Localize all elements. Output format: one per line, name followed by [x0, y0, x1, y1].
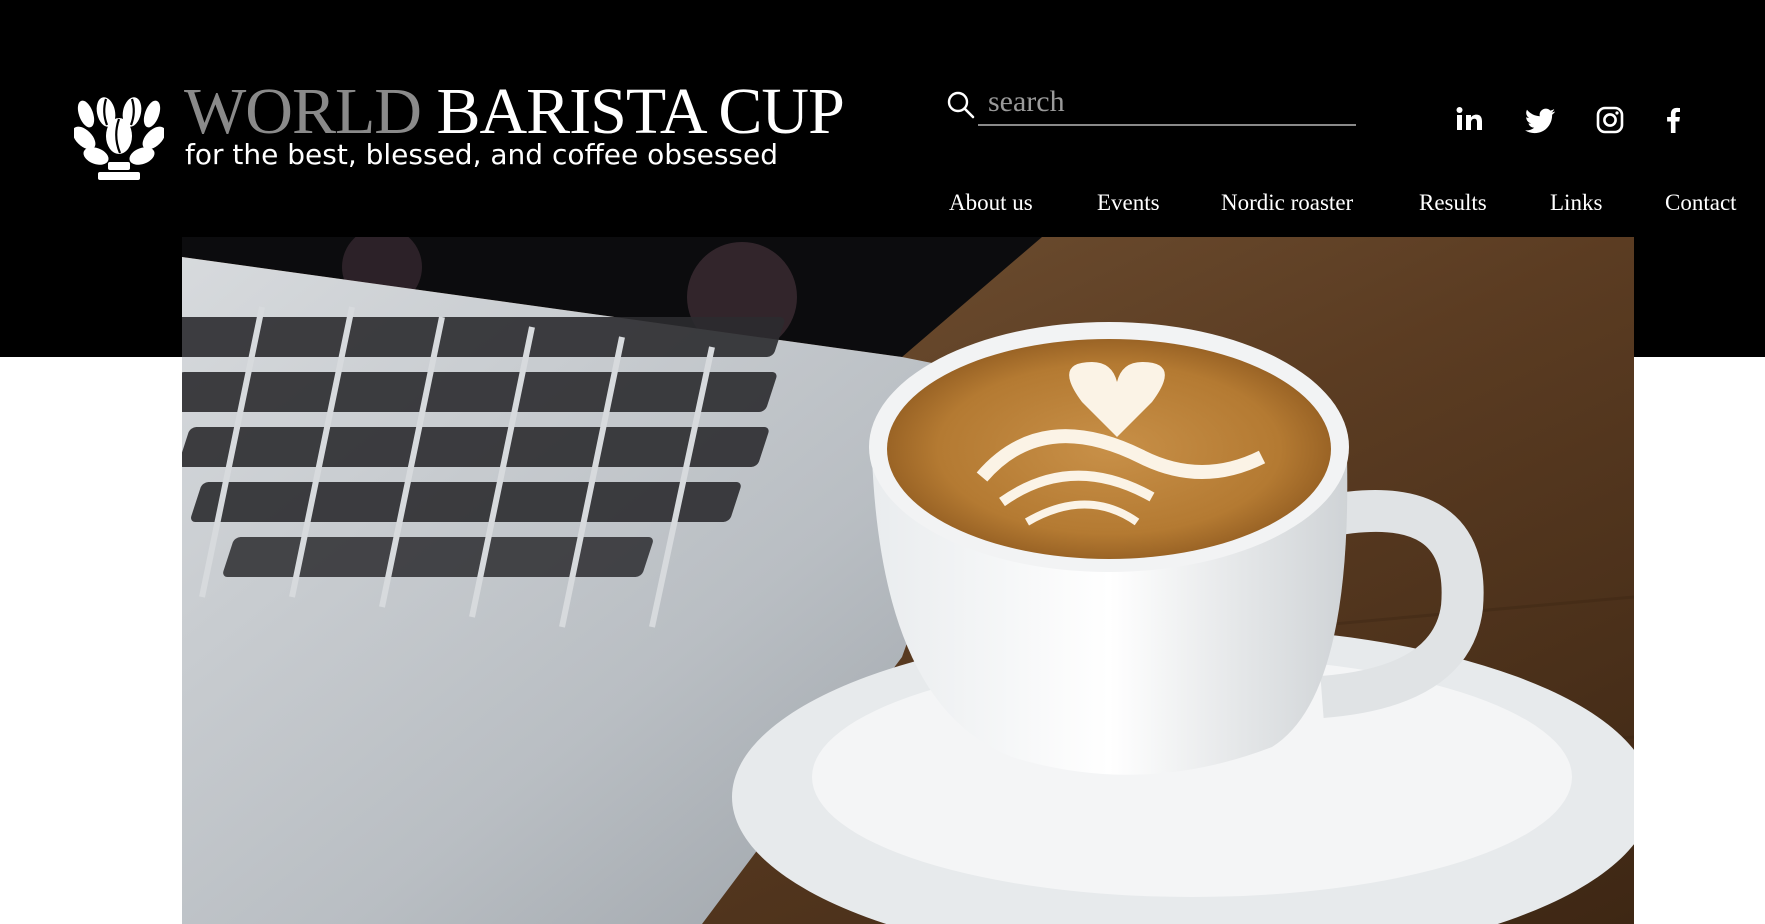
instagram-icon — [1596, 106, 1624, 134]
coffee-laurel-emblem-icon — [74, 97, 164, 180]
nav-item-links[interactable]: Links — [1550, 186, 1602, 220]
linkedin-link[interactable] — [1448, 100, 1488, 140]
hero-image — [182, 237, 1634, 924]
instagram-link[interactable] — [1590, 100, 1630, 140]
search-box — [946, 80, 1356, 132]
site-logo[interactable]: WORLD BARISTA CUP for the best, blessed,… — [74, 75, 845, 186]
facebook-icon — [1667, 107, 1680, 133]
nav-item-results[interactable]: Results — [1419, 186, 1487, 220]
twitter-link[interactable] — [1520, 100, 1560, 140]
nav-item-nordic-roaster[interactable]: Nordic roaster — [1221, 186, 1353, 220]
search-icon[interactable] — [946, 90, 976, 120]
nav-item-events[interactable]: Events — [1097, 186, 1160, 220]
main-nav: About us Events Nordic roaster Results L… — [0, 186, 1765, 226]
twitter-icon — [1525, 108, 1556, 134]
nav-item-about-us[interactable]: About us — [949, 186, 1033, 220]
linkedin-icon — [1456, 107, 1482, 130]
site-tagline: for the best, blessed, and coffee obsess… — [185, 138, 779, 171]
search-input[interactable] — [978, 80, 1356, 126]
facebook-link[interactable] — [1653, 100, 1693, 140]
latte-laptop-illustration — [182, 237, 1634, 924]
nav-item-contact[interactable]: Contact — [1665, 186, 1737, 220]
